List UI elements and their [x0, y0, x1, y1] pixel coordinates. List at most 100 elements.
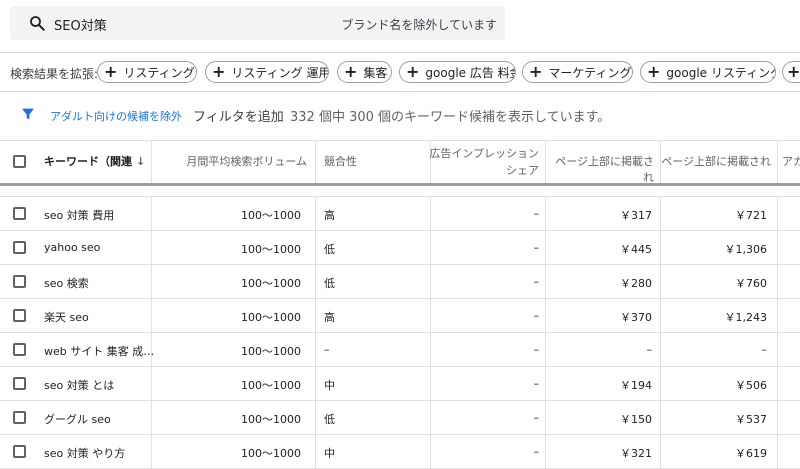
table-row[interactable]: yahoo seo 100～1000 低 – ￥445 ￥1,306 [0, 231, 800, 265]
cell-high-value: ￥760 [735, 277, 767, 290]
cell-monthly-value: 100～1000 [241, 379, 301, 392]
cell-monthly: 100～1000 [152, 401, 316, 434]
table-row[interactable]: web サイト 集客 成… 100～1000 – – – – [0, 333, 800, 367]
cell-high-value: ￥1,306 [724, 243, 768, 256]
header-competition[interactable]: 競合性 [316, 141, 431, 183]
search-input[interactable]: SEO対策 [54, 15, 107, 34]
chip-label: リスティング 運用 [231, 65, 329, 80]
chip-listing[interactable]: + リスティング [97, 61, 197, 83]
cell-low: ￥445 [546, 231, 661, 264]
chip-google-ads-pricing[interactable]: + google 広告 料金 [399, 61, 516, 83]
cell-monthly: 100～1000 [152, 435, 316, 468]
plus-icon: + [104, 62, 118, 81]
cell-keyword: yahoo seo [35, 231, 152, 264]
cell-competition: 低 [316, 231, 431, 264]
header-account-label: アカ [782, 155, 800, 168]
header-keyword-label: キーワード（関連 [44, 155, 132, 168]
cell-competition: 高 [316, 299, 431, 332]
cell-keyword-value: yahoo seo [44, 241, 101, 254]
filter-exclude-adult[interactable]: アダルト向けの候補を除外 [50, 108, 182, 124]
cell-monthly-value: 100～1000 [241, 243, 301, 256]
cell-keyword-value: seo 対策 やり方 [44, 447, 126, 460]
arrow-down-icon[interactable]: ↓ [136, 155, 145, 168]
row-checkbox[interactable] [13, 241, 26, 254]
cell-high-value: ￥1,243 [724, 311, 768, 324]
row-checkbox[interactable] [13, 207, 26, 220]
cell-keyword: seo 対策 費用 [35, 197, 152, 230]
cell-share-value: – [533, 275, 540, 288]
cell-share: – [431, 333, 546, 366]
table-header: キーワード（関連 ↓ 月間平均検索ボリューム 競合性 広告インプレッション シェア… [0, 140, 800, 186]
chip-overflow[interactable]: + [782, 61, 800, 83]
cell-share: – [431, 435, 546, 468]
header-gap [0, 186, 800, 197]
select-all-checkbox[interactable] [13, 155, 26, 168]
search-bar[interactable]: SEO対策 ブランド名を除外しています [10, 6, 505, 40]
cell-keyword-value: seo 検索 [44, 277, 89, 290]
table-row[interactable]: seo 検索 100～1000 低 – ￥280 ￥760 [0, 265, 800, 299]
filter-icon[interactable] [20, 106, 36, 122]
cell-monthly-value: 100～1000 [241, 209, 301, 222]
cell-low-value: – [646, 343, 653, 356]
header-top-bid-low[interactable]: ページ上部に掲載され [546, 141, 661, 184]
table-row[interactable]: 楽天 seo 100～1000 高 – ￥370 ￥1,243 [0, 299, 800, 333]
cell-competition-value: – [324, 343, 330, 356]
cell-share: – [431, 265, 546, 298]
add-filter-button[interactable]: フィルタを追加 [193, 106, 284, 125]
filter-bar: アダルト向けの候補を除外 フィルタを追加 332 個中 300 個のキーワード候… [0, 98, 800, 132]
cell-monthly-value: 100～1000 [241, 413, 301, 426]
cell-low-value: ￥280 [620, 277, 652, 290]
row-checkbox[interactable] [13, 309, 26, 322]
cell-keyword: web サイト 集客 成… [35, 333, 154, 366]
cell-high: ￥1,243 [661, 299, 778, 332]
header-top-bid-high[interactable]: ページ上部に掲載され [661, 141, 778, 183]
cell-share-value: – [533, 343, 540, 356]
row-checkbox[interactable] [13, 445, 26, 458]
table-body: seo 対策 費用 100～1000 高 – ￥317 ￥721 yahoo seo 100～… [0, 197, 800, 469]
cell-share: – [431, 231, 546, 264]
cell-monthly: 100～1000 [152, 265, 316, 298]
cell-low-value: ￥150 [620, 413, 652, 426]
cell-share: – [431, 299, 546, 332]
chip-customer-acquisition[interactable]: + 集客 [337, 61, 392, 83]
chip-google-listing[interactable]: + google リスティング [640, 61, 776, 83]
cell-keyword-value: 楽天 seo [44, 311, 89, 324]
cell-share-value: – [533, 411, 540, 424]
cell-monthly: 100～1000 [152, 231, 316, 264]
plus-icon: + [529, 62, 543, 81]
cell-low-value: ￥370 [620, 311, 652, 324]
row-checkbox[interactable] [13, 275, 26, 288]
table-row[interactable]: seo 対策 費用 100～1000 高 – ￥317 ￥721 [0, 197, 800, 231]
chip-marketing[interactable]: + マーケティング [522, 61, 633, 83]
cell-competition-value: 低 [324, 277, 335, 290]
cell-monthly: 100～1000 [152, 197, 316, 230]
cell-keyword-value: seo 対策 費用 [44, 209, 115, 222]
cell-keyword: 楽天 seo [35, 299, 152, 332]
chip-listing-operation[interactable]: + リスティング 運用 [205, 61, 329, 83]
header-keyword[interactable]: キーワード（関連 ↓ [35, 141, 152, 183]
table-row[interactable]: seo 対策 やり方 100～1000 中 – ￥321 ￥619 [0, 435, 800, 469]
cell-high: ￥1,306 [661, 231, 778, 264]
cell-competition-value: 低 [324, 243, 335, 256]
header-top-bid-low-label: ページ上部に掲載され [555, 155, 654, 184]
header-account[interactable]: アカ [778, 141, 800, 183]
cell-competition: 高 [316, 197, 431, 230]
row-checkbox[interactable] [13, 411, 26, 424]
cell-low-value: ￥445 [620, 243, 652, 256]
header-monthly-volume[interactable]: 月間平均検索ボリューム [152, 141, 316, 183]
cell-high-value: ￥721 [735, 209, 767, 222]
expand-results-bar: 検索結果を拡張: + リスティング + リスティング 運用 + 集客 + goo… [0, 52, 800, 92]
header-impression-share[interactable]: 広告インプレッション シェア [429, 141, 546, 183]
chip-label: google リスティング [666, 65, 776, 80]
cell-competition-value: 低 [324, 413, 335, 426]
table-row[interactable]: seo 対策 とは 100～1000 中 – ￥194 ￥506 [0, 367, 800, 401]
cell-share: – [431, 401, 546, 434]
row-checkbox[interactable] [13, 343, 26, 356]
plus-icon: + [212, 62, 226, 81]
cell-low-value: ￥321 [620, 447, 652, 460]
cell-competition: 中 [316, 435, 431, 468]
cell-competition: – [316, 333, 431, 366]
table-row[interactable]: グーグル seo 100～1000 低 – ￥150 ￥537 [0, 401, 800, 435]
row-checkbox[interactable] [13, 377, 26, 390]
header-top-bid-high-label: ページ上部に掲載され [661, 155, 771, 168]
